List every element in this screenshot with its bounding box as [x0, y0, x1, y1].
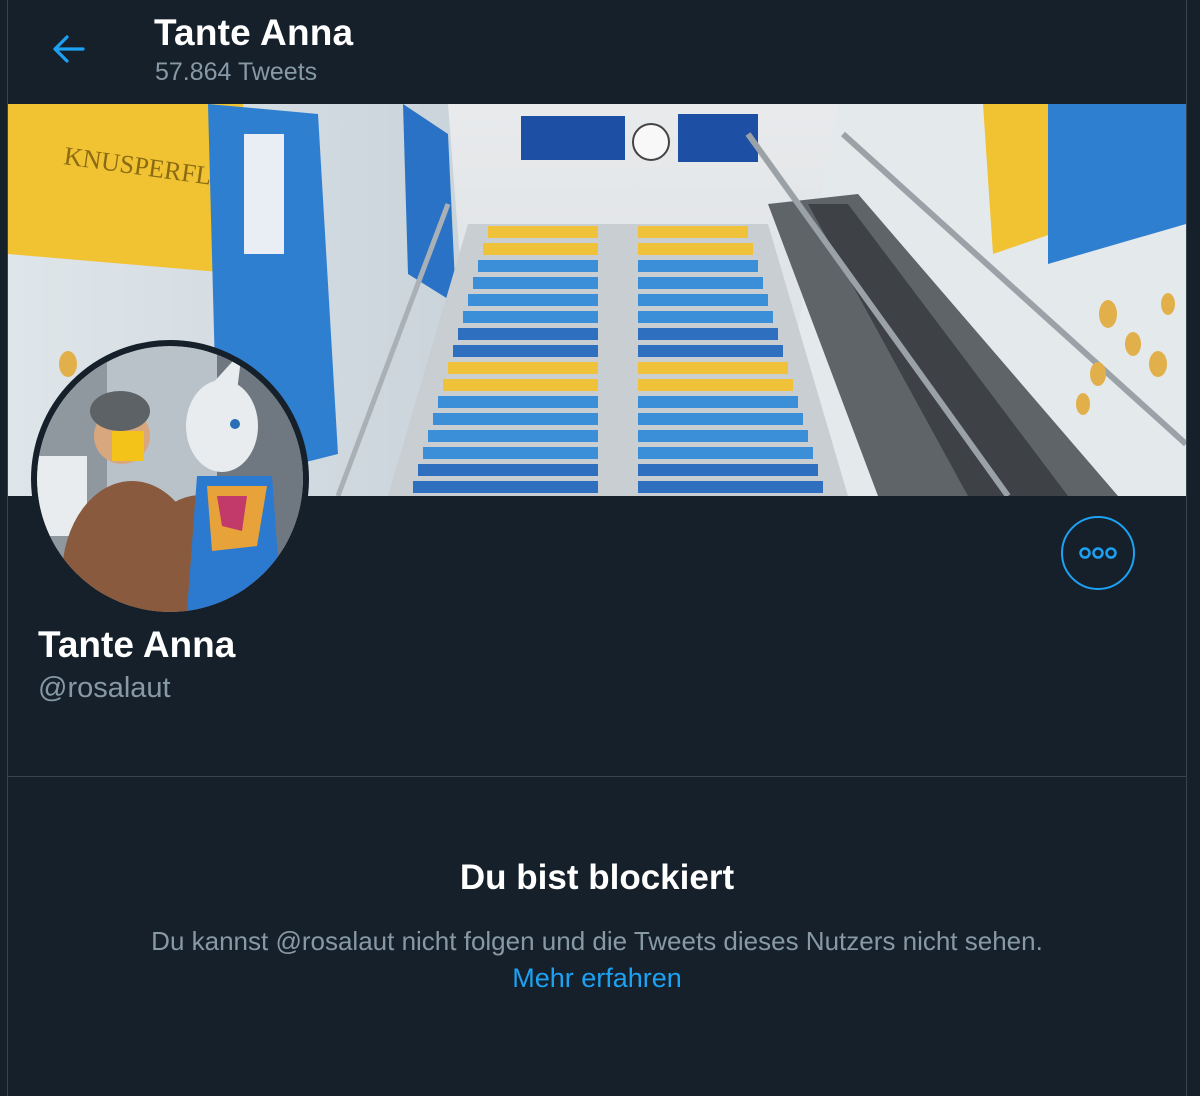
- banner-step: [638, 345, 783, 357]
- banner-step: [488, 226, 598, 238]
- banner-step: [428, 430, 598, 442]
- banner-step: [423, 447, 598, 459]
- banner-step: [638, 396, 798, 408]
- avatar-image: [37, 346, 303, 612]
- banner-step: [473, 277, 598, 289]
- blocked-message: Du kannst @rosalaut nicht folgen und die…: [151, 926, 1043, 956]
- header-title: Tante Anna: [154, 12, 354, 53]
- profile-display-name: Tante Anna: [38, 624, 236, 665]
- avatar[interactable]: [31, 340, 309, 618]
- banner-step: [638, 328, 778, 340]
- banner-step: [468, 294, 598, 306]
- banner-step: [638, 277, 763, 289]
- banner-step: [638, 226, 748, 238]
- banner-step: [638, 413, 803, 425]
- banner-step: [638, 464, 818, 476]
- banner-step: [638, 481, 823, 493]
- section-divider: [8, 776, 1186, 777]
- more-options-button[interactable]: [1061, 516, 1135, 590]
- banner-step: [638, 243, 753, 255]
- blocked-title: Du bist blockiert: [459, 858, 735, 897]
- tweet-count: 57.864 Tweets: [155, 58, 318, 86]
- banner-step: [438, 396, 598, 408]
- banner-step: [483, 243, 598, 255]
- banner-step: [448, 362, 598, 374]
- banner-step: [638, 294, 768, 306]
- banner-step: [458, 328, 598, 340]
- banner-step: [413, 481, 598, 493]
- banner-step: [638, 311, 773, 323]
- banner-step: [638, 362, 788, 374]
- banner-step: [638, 430, 808, 442]
- banner-step: [638, 260, 758, 272]
- more-options-icon: [1079, 547, 1117, 559]
- top-bar: Tante Anna 57.864 Tweets: [8, 0, 1186, 104]
- learn-more-link[interactable]: Mehr erfahren: [8, 963, 1186, 994]
- banner-step: [638, 447, 813, 459]
- profile-column: Tante Anna 57.864 Tweets KNUSPERFLAKES T…: [7, 0, 1187, 1096]
- banner-step: [463, 311, 598, 323]
- banner-step: [433, 413, 598, 425]
- banner-step: [638, 379, 793, 391]
- arrow-left-icon: [53, 35, 85, 63]
- banner-step: [453, 345, 598, 357]
- back-button[interactable]: [42, 22, 96, 76]
- banner-step: [478, 260, 598, 272]
- profile-handle: @rosalaut: [38, 672, 171, 704]
- banner-step: [418, 464, 598, 476]
- banner-step: [443, 379, 598, 391]
